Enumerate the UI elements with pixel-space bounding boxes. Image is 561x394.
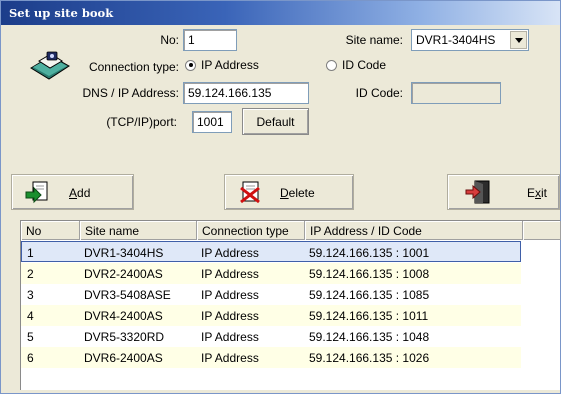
cell-connection-type: IP Address bbox=[201, 309, 259, 323]
exit-label-rest: it bbox=[541, 186, 548, 200]
add-icon bbox=[25, 181, 48, 204]
table-header: No Site name Connection type IP Address … bbox=[21, 221, 561, 240]
col-header-no[interactable]: No bbox=[21, 221, 80, 240]
col-header-empty bbox=[523, 221, 561, 240]
cell-address: 59.124.166.135 : 1011 bbox=[309, 309, 429, 323]
site-name-value: DVR1-3404HS bbox=[416, 33, 496, 47]
site-book-window: Set up site book No: 1 Site name: DVR1-3… bbox=[0, 0, 561, 394]
cell-address: 59.124.166.135 : 1001 bbox=[309, 246, 430, 260]
chevron-down-icon[interactable] bbox=[510, 31, 527, 49]
cell-no: 4 bbox=[27, 309, 34, 323]
connection-type-label: Connection type: bbox=[88, 60, 179, 74]
col-header-address[interactable]: IP Address / ID Code bbox=[305, 221, 523, 240]
id-code-field[interactable] bbox=[411, 82, 501, 104]
cell-site-name: DVR1-3404HS bbox=[84, 246, 164, 260]
delete-icon bbox=[240, 181, 260, 204]
radio-id-code[interactable]: ID Code bbox=[326, 58, 386, 72]
table-row[interactable]: 6 DVR6-2400AS IP Address 59.124.166.135 … bbox=[21, 347, 521, 368]
radio-ip-address[interactable]: IP Address bbox=[185, 58, 259, 72]
exit-icon bbox=[465, 180, 490, 204]
table-row[interactable]: 1 DVR1-3404HS IP Address 59.124.166.135 … bbox=[21, 241, 521, 262]
cell-connection-type: IP Address bbox=[201, 246, 259, 260]
port-label: (TCP/IP)port: bbox=[106, 115, 177, 129]
cell-site-name: DVR2-2400AS bbox=[84, 267, 163, 281]
table-row[interactable]: 5 DVR5-3320RD IP Address 59.124.166.135 … bbox=[21, 326, 521, 347]
radio-selected-icon[interactable] bbox=[185, 59, 196, 71]
cell-site-name: DVR3-5408ASE bbox=[84, 288, 171, 302]
no-field[interactable]: 1 bbox=[183, 29, 237, 51]
table-row[interactable]: 4 DVR4-2400AS IP Address 59.124.166.135 … bbox=[21, 305, 521, 326]
window-title: Set up site book bbox=[9, 6, 114, 20]
cell-address: 59.124.166.135 : 1085 bbox=[309, 288, 430, 302]
cell-address: 59.124.166.135 : 1048 bbox=[309, 330, 430, 344]
site-name-label: Site name: bbox=[345, 33, 403, 47]
delete-accel: D bbox=[280, 186, 289, 200]
exit-button[interactable]: Exit bbox=[447, 174, 560, 210]
site-form: No: 1 Site name: DVR1-3404HS Connection … bbox=[1, 25, 560, 171]
cell-no: 5 bbox=[27, 330, 34, 344]
add-accel: A bbox=[69, 186, 78, 200]
cell-address: 59.124.166.135 : 1026 bbox=[309, 351, 430, 365]
delete-label-rest: elete bbox=[288, 186, 315, 200]
add-button[interactable]: Add bbox=[11, 174, 134, 210]
cell-no: 2 bbox=[27, 267, 34, 281]
table-row[interactable]: 3 DVR3-5408ASE IP Address 59.124.166.135… bbox=[21, 284, 521, 305]
cell-connection-type: IP Address bbox=[201, 330, 259, 344]
radio-unselected-icon[interactable] bbox=[326, 59, 337, 71]
radio-id-label: ID Code bbox=[342, 58, 387, 72]
cell-connection-type: IP Address bbox=[201, 288, 259, 302]
add-label-rest: dd bbox=[77, 186, 91, 200]
cell-site-name: DVR5-3320RD bbox=[84, 330, 165, 344]
dns-ip-field[interactable]: 59.124.166.135 bbox=[183, 82, 309, 104]
title-bar[interactable]: Set up site book bbox=[1, 1, 560, 25]
no-label: No: bbox=[160, 33, 179, 47]
cell-site-name: DVR4-2400AS bbox=[84, 309, 163, 323]
toolbar: Add Delete Exit bbox=[11, 174, 560, 210]
radio-ip-label: IP Address bbox=[201, 58, 259, 72]
cell-connection-type: IP Address bbox=[201, 267, 259, 281]
cell-no: 1 bbox=[27, 246, 34, 260]
cell-address: 59.124.166.135 : 1008 bbox=[309, 267, 430, 281]
cell-connection-type: IP Address bbox=[201, 351, 259, 365]
dns-ip-label: DNS / IP Address: bbox=[82, 86, 180, 100]
exit-label-start: E bbox=[527, 186, 536, 200]
table-row[interactable]: 2 DVR2-2400AS IP Address 59.124.166.135 … bbox=[21, 263, 521, 284]
cell-site-name: DVR6-2400AS bbox=[84, 351, 163, 365]
cell-no: 3 bbox=[27, 288, 34, 302]
port-field[interactable]: 1001 bbox=[192, 111, 232, 133]
col-header-site-name[interactable]: Site name bbox=[80, 221, 197, 240]
default-button[interactable]: Default bbox=[242, 108, 309, 135]
delete-button[interactable]: Delete bbox=[224, 174, 354, 210]
site-table: No Site name Connection type IP Address … bbox=[20, 220, 561, 390]
site-name-select[interactable]: DVR1-3404HS bbox=[411, 29, 529, 51]
cell-no: 6 bbox=[27, 351, 34, 365]
col-header-connection-type[interactable]: Connection type bbox=[197, 221, 305, 240]
id-code-label: ID Code: bbox=[355, 86, 403, 100]
